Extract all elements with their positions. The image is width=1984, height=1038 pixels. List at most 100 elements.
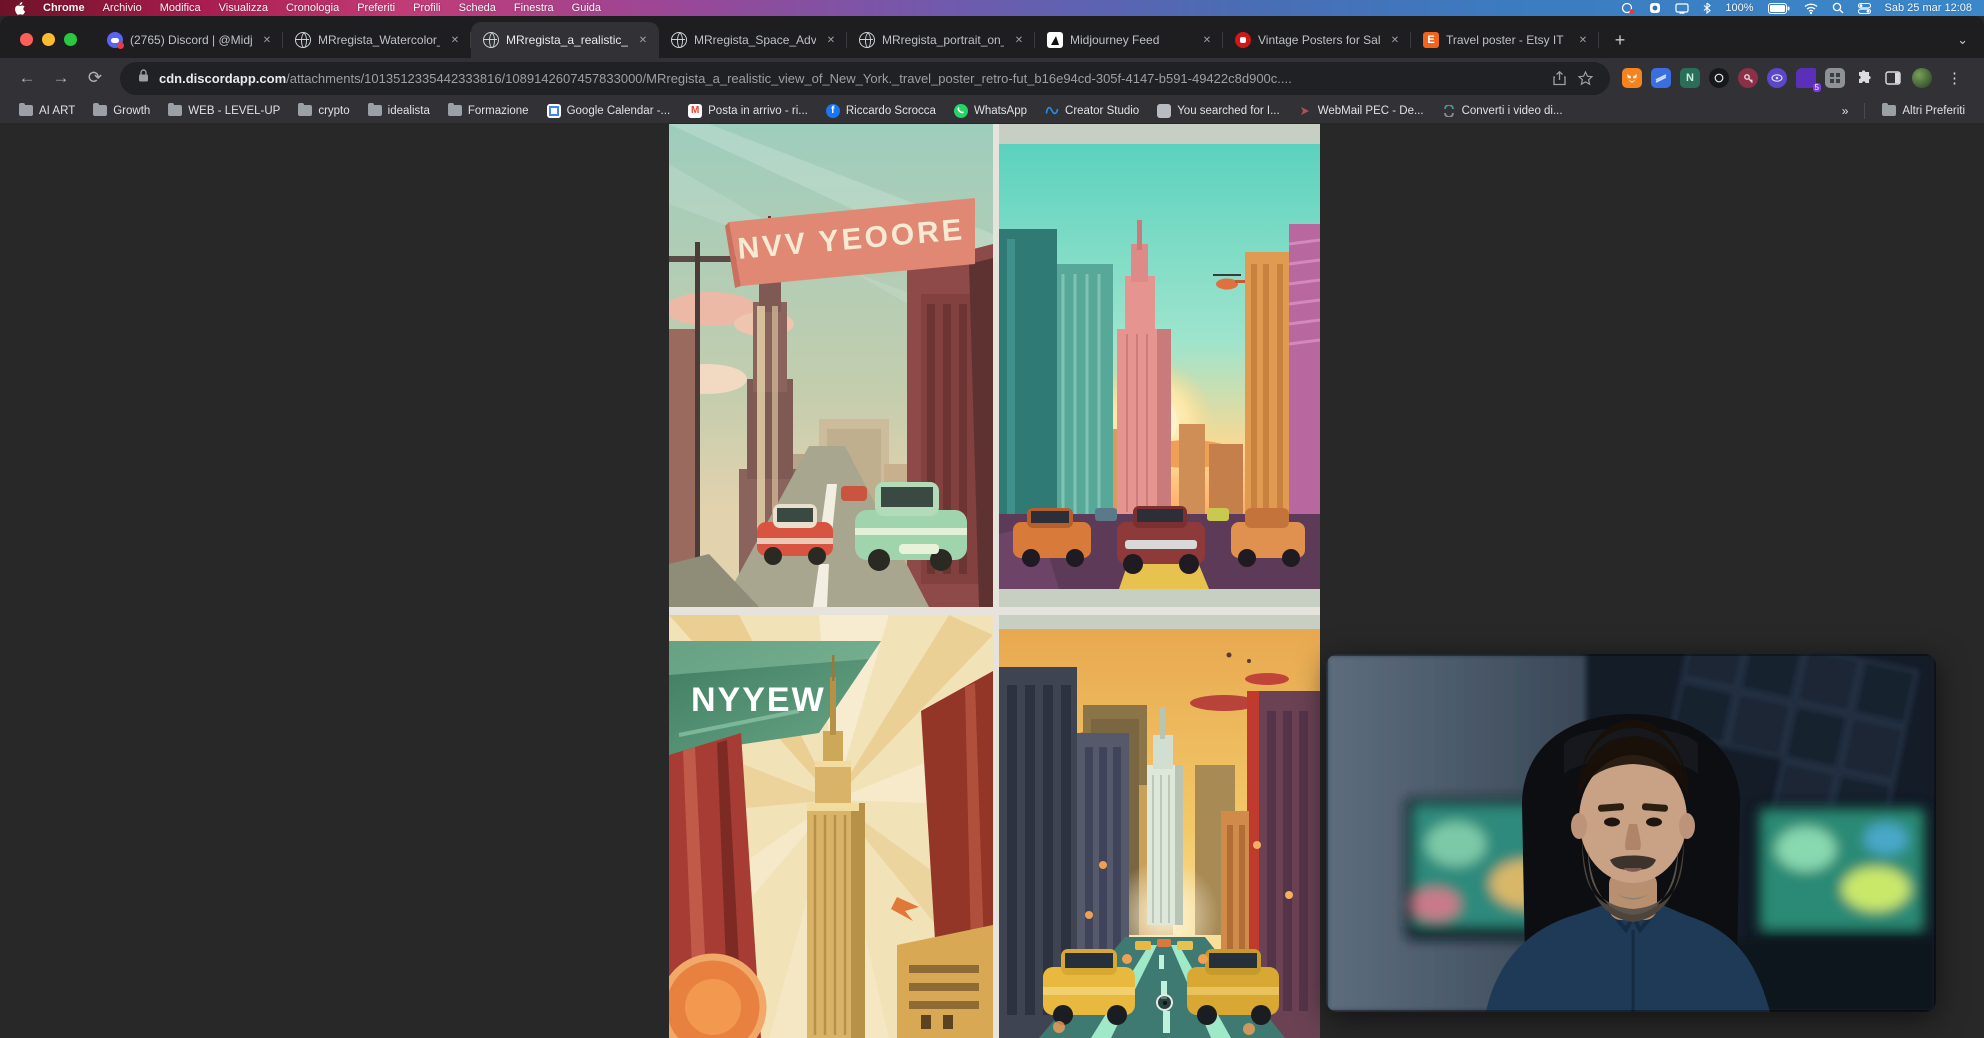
bookmark-label: Altri Preferiti [1902,105,1965,117]
bookmark-star-icon[interactable] [1572,65,1598,91]
bookmark-gmail[interactable]: MPosta in arrivo - ri... [679,104,817,118]
chrome-toolbar: ← → ⟳ cdn.discordapp.com/attachments/101… [0,58,1984,98]
tab-close-icon[interactable]: ✕ [1199,32,1215,48]
facebook-icon: f [826,104,840,118]
grid-extension-icon[interactable] [1825,68,1845,88]
menu-cronologia[interactable]: Cronologia [286,2,339,14]
poster-top-right-new-york[interactable] [999,124,1320,607]
poster-bottom-left-new-york[interactable]: NYYEW [669,615,993,1038]
bookmark-converti-video[interactable]: Converti i video di... [1433,104,1572,118]
control-center-icon[interactable] [1858,3,1871,14]
new-tab-button[interactable]: + [1605,25,1635,55]
tab-close-icon[interactable]: ✕ [1387,32,1403,48]
bookmark-webmail-pec[interactable]: WebMail PEC - De... [1289,104,1433,118]
tab-close-icon[interactable]: ✕ [635,32,651,48]
bookmark-folder-formazione[interactable]: Formazione [439,105,538,117]
eye-extension-icon[interactable] [1767,68,1787,88]
chrome-menu-kebab-icon[interactable]: ⋮ [1941,69,1970,87]
folder-icon [19,105,33,116]
tab-close-icon[interactable]: ✕ [1011,32,1027,48]
tab-watercolor[interactable]: MRregista_Watercolor_Pa ✕ [283,22,471,58]
zoom-window-button[interactable] [64,33,77,46]
etsy-favicon-icon: E [1423,32,1439,48]
key-extension-icon[interactable] [1738,68,1758,88]
menu-scheda[interactable]: Scheda [459,2,496,14]
profile-avatar[interactable] [1912,68,1932,88]
webmail-pec-icon [1298,104,1312,118]
tab-realistic-view-active[interactable]: MRregista_a_realistic_vie ✕ [471,22,659,58]
tab-search-chevron-icon[interactable]: ⌄ [1957,32,1968,48]
metamask-extension-icon[interactable] [1622,68,1642,88]
tab-discord[interactable]: (2765) Discord | @Midjou ✕ [95,22,283,58]
minimize-window-button[interactable] [42,33,55,46]
bookmark-google-calendar[interactable]: Google Calendar -... [538,104,680,118]
poster-top-left-new-york[interactable]: NVV YEOORE [669,124,993,607]
apple-icon[interactable] [14,2,25,15]
bookmark-folder-altri-preferiti[interactable]: Altri Preferiti [1873,105,1974,117]
menu-visualizza[interactable]: Visualizza [219,2,268,14]
forward-button[interactable]: → [44,61,78,95]
menu-archivio[interactable]: Archivio [103,2,142,14]
poster-c-title-text: NYYEW [691,681,826,719]
bookmark-label: You searched for I... [1177,105,1280,117]
bookmark-label: WebMail PEC - De... [1318,105,1424,117]
tab-close-icon[interactable]: ✕ [1575,32,1591,48]
dark-circle-extension-icon[interactable] [1709,68,1729,88]
poster-bottom-right-new-york[interactable] [999,615,1320,1038]
globe-favicon-icon [671,32,687,48]
menu-finestra[interactable]: Finestra [514,2,554,14]
tab-etsy[interactable]: E Travel poster - Etsy IT ✕ [1411,22,1599,58]
tab-close-icon[interactable]: ✕ [447,32,463,48]
folder-icon [448,105,462,116]
share-icon[interactable] [1546,65,1572,91]
tab-portrait[interactable]: MRregista_portrait_on_a_ ✕ [847,22,1035,58]
tab-vintage-posters[interactable]: Vintage Posters for Sale | ✕ [1223,22,1411,58]
display-icon[interactable] [1675,3,1689,14]
tab-title: MRregista_portrait_on_a_ [882,33,1004,47]
bookmark-folder-web-level-up[interactable]: WEB - LEVEL-UP [159,105,289,117]
tab-close-icon[interactable]: ✕ [823,32,839,48]
wave-extension-icon[interactable] [1651,68,1671,88]
midjourney-grid-image[interactable]: NVV YEOORE [669,124,1320,1038]
bookmark-whatsapp[interactable]: WhatsApp [945,104,1036,118]
extensions-puzzle-icon[interactable] [1854,68,1874,88]
side-panel-icon[interactable] [1883,68,1903,88]
wifi-icon[interactable] [1804,3,1818,14]
back-button[interactable]: ← [10,61,44,95]
tab-midjourney-feed[interactable]: Midjourney Feed ✕ [1035,22,1223,58]
cluster-extension-icon[interactable]: 5 [1796,68,1816,88]
close-window-button[interactable] [20,33,33,46]
menu-profili[interactable]: Profili [413,2,441,14]
gmail-icon: M [688,104,702,118]
bookmarks-overflow-button[interactable]: » [1834,104,1857,118]
omnibox-address-bar[interactable]: cdn.discordapp.com/attachments/101351233… [120,62,1610,95]
folder-icon [93,105,107,116]
notion-ai-extension-icon[interactable]: N [1680,68,1700,88]
https-lock-icon[interactable] [138,69,149,87]
bluetooth-icon[interactable] [1703,2,1711,14]
bookmark-label: WhatsApp [974,105,1027,117]
screen-record-icon[interactable] [1621,2,1635,14]
whatsapp-icon [954,104,968,118]
tab-title: Vintage Posters for Sale | [1258,33,1380,47]
reload-button[interactable]: ⟳ [78,61,112,95]
bookmark-folder-crypto[interactable]: crypto [289,105,358,117]
battery-percent[interactable]: 100% [1725,2,1753,14]
bookmark-creator-studio[interactable]: Creator Studio [1036,104,1148,118]
tab-close-icon[interactable]: ✕ [259,32,275,48]
bookmark-folder-ai-art[interactable]: AI ART [10,105,84,117]
menu-guida[interactable]: Guida [572,2,601,14]
tab-space-adventure[interactable]: MRregista_Space_Advent ✕ [659,22,847,58]
menu-clock[interactable]: Sab 25 mar 12:08 [1885,2,1972,14]
app-status-icon[interactable] [1649,2,1661,14]
tab-title: Travel poster - Etsy IT [1446,33,1568,47]
bookmark-folder-idealista[interactable]: idealista [359,105,439,117]
menu-modifica[interactable]: Modifica [160,2,201,14]
bookmark-you-searched[interactable]: You searched for I... [1148,104,1289,118]
menu-preferiti[interactable]: Preferiti [357,2,395,14]
menu-app-name[interactable]: Chrome [43,2,85,14]
posters-site-favicon-icon [1235,32,1251,48]
bookmark-facebook[interactable]: fRiccardo Scrocca [817,104,945,118]
bookmark-folder-growth[interactable]: Growth [84,105,159,117]
spotlight-search-icon[interactable] [1832,2,1844,14]
